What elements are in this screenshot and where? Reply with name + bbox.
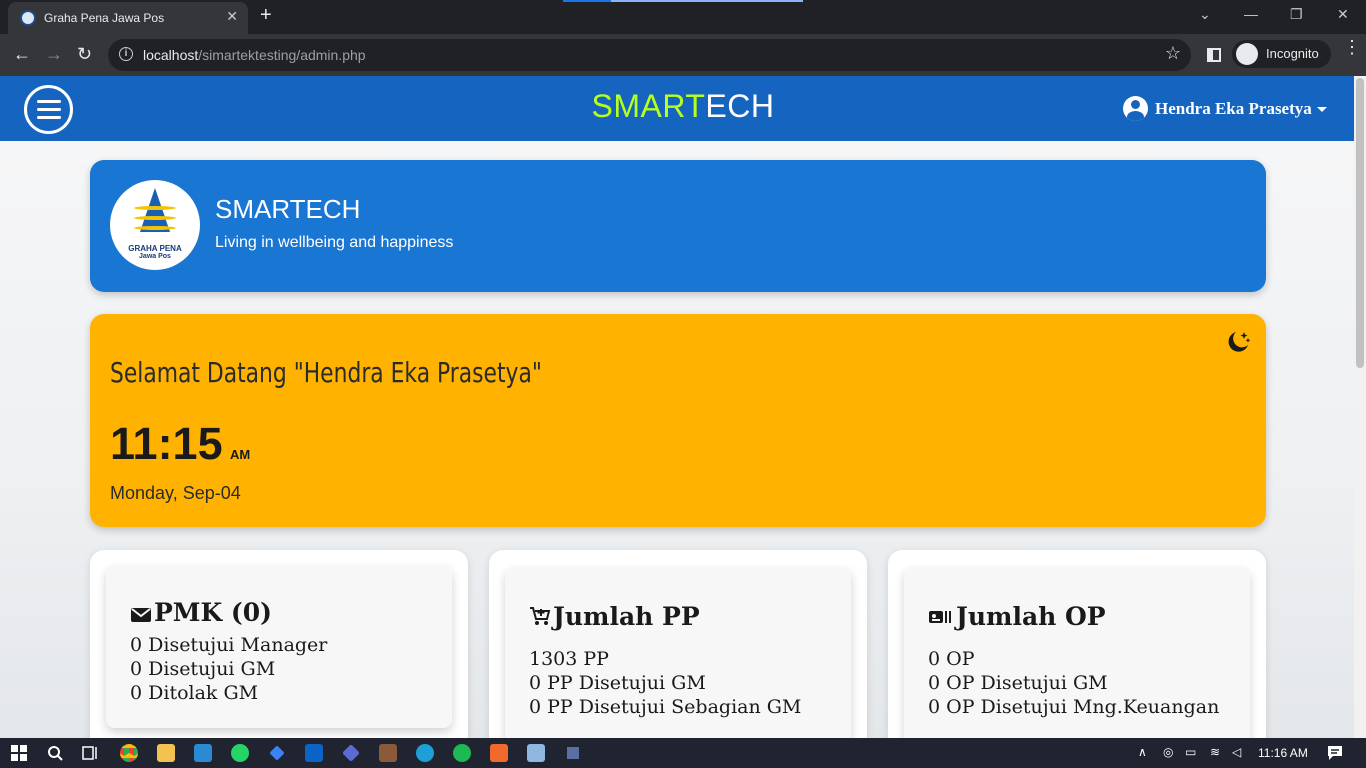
close-tab-icon[interactable]: ✕ [226, 8, 238, 25]
card-line: 0 OP Disetujui GM [928, 672, 1108, 694]
card-inner: Jumlah OP 0 OP 0 OP Disetujui GM 0 OP Di… [904, 568, 1250, 738]
pmk-summary-card[interactable]: PMK (0) 0 Disetujui Manager 0 Disetujui … [90, 550, 468, 738]
bookmark-star-icon[interactable]: ☆ [1165, 43, 1181, 64]
welcome-card: Selamat Datang "Hendra Eka Prasetya" 11:… [90, 314, 1266, 527]
banner-subtitle: Living in wellbeing and happiness [215, 234, 454, 251]
op-summary-card[interactable]: Jumlah OP 0 OP 0 OP Disetujui GM 0 OP Di… [888, 550, 1266, 738]
card-title: PMK (0) [130, 598, 272, 627]
wifi-icon[interactable]: ≋ [1210, 745, 1220, 759]
url-host: localhost [143, 47, 199, 63]
browser-tab-strip: Graha Pena Jawa Pos ✕ + ⌄ — ❐ ✕ [0, 0, 1366, 34]
card-line: 0 PP Disetujui GM [529, 672, 706, 694]
chrome-icon[interactable] [120, 744, 138, 762]
card-line: 0 OP [928, 648, 975, 670]
moon-stars-icon [1228, 332, 1251, 352]
scrollbar-thumb[interactable] [1356, 78, 1364, 368]
pencil-app-icon[interactable] [269, 745, 285, 761]
brand-accent: SMART [591, 88, 706, 124]
volume-icon[interactable]: ◁ [1232, 745, 1241, 759]
task-view-icon[interactable] [81, 744, 99, 762]
vscode-icon[interactable] [194, 744, 212, 762]
file-explorer-icon[interactable] [157, 744, 175, 762]
window-close-icon[interactable]: ✕ [1337, 6, 1349, 23]
tray-meet-icon[interactable]: ◎ [1163, 745, 1173, 759]
brand-rest: ECH [705, 88, 775, 124]
address-bar[interactable]: i localhost/simartektesting/admin.php ☆ [108, 39, 1191, 71]
logo-text-main: GRAHA PENA [128, 244, 182, 253]
incognito-label: Incognito [1266, 46, 1319, 61]
notepad-icon[interactable] [527, 744, 545, 762]
app-brand[interactable]: SMARTECH [0, 88, 1354, 125]
new-tab-plus-icon[interactable]: + [260, 4, 272, 27]
card-title: Jumlah OP [928, 602, 1106, 631]
pp-summary-card[interactable]: Jumlah PP 1303 PP 0 PP Disetujui GM 0 PP… [489, 550, 867, 738]
logo-ring [134, 226, 176, 230]
receipt-icon [929, 611, 951, 623]
tray-chevron-up-icon[interactable]: ∧ [1138, 745, 1147, 759]
site-info-icon[interactable]: i [119, 47, 133, 61]
back-arrow-icon[interactable]: ← [13, 44, 31, 65]
current-date: Monday, Sep-04 [110, 483, 241, 503]
forward-arrow-icon[interactable]: → [45, 44, 63, 65]
graha-pena-logo: GRAHA PENA Jawa Pos [110, 180, 200, 270]
minimize-icon[interactable]: — [1244, 6, 1258, 22]
restore-icon[interactable]: ❐ [1290, 6, 1303, 23]
outlook-icon[interactable] [305, 744, 323, 762]
card-line: 0 OP Disetujui Mng.Keuangan [928, 696, 1220, 718]
card-title-text: PMK (0) [154, 598, 272, 627]
clock-ampm: AM [230, 447, 251, 462]
clock-time: 11:15 [110, 418, 223, 469]
mail-icon [131, 608, 151, 622]
network-app-icon[interactable] [342, 744, 360, 762]
welcome-greeting: Selamat Datang "Hendra Eka Prasetya" [110, 356, 542, 389]
site-favicon-icon [20, 10, 36, 26]
url-path: /simartektesting/admin.php [198, 47, 366, 63]
card-line: 0 PP Disetujui Sebagian GM [529, 696, 802, 718]
card-inner: PMK (0) 0 Disetujui Manager 0 Disetujui … [106, 566, 452, 728]
cart-add-icon [530, 607, 551, 625]
page-content: SMARTECH Hendra Eka Prasetya GRAHA PENA … [0, 76, 1354, 738]
card-inner: Jumlah PP 1303 PP 0 PP Disetujui GM 0 PP… [505, 568, 851, 738]
browser-toolbar: ← → ↻ i localhost/simartektesting/admin.… [0, 34, 1366, 76]
logo-ring [134, 206, 176, 210]
game-app-icon[interactable] [379, 744, 397, 762]
card-title: Jumlah PP [529, 602, 700, 631]
user-avatar-icon [1123, 96, 1148, 121]
banner-title: SMARTECH [215, 194, 361, 224]
windows-start-icon[interactable] [10, 744, 28, 762]
card-line: 0 Ditolak GM [130, 682, 259, 704]
card-line: 1303 PP [529, 648, 609, 670]
caret-down-icon [1317, 107, 1327, 112]
reload-icon[interactable]: ↻ [77, 44, 92, 65]
taskbar-clock[interactable]: 11:16 AM [1258, 746, 1308, 760]
browser-menu-icon[interactable]: ⋮ [1343, 38, 1361, 56]
whatsapp-icon[interactable] [231, 744, 249, 762]
search-icon[interactable] [46, 744, 64, 762]
edge-icon[interactable] [416, 744, 434, 762]
url-text[interactable]: localhost/simartektesting/admin.php [143, 47, 366, 63]
page-load-progress [563, 0, 803, 2]
logo-text-sub: Jawa Pos [139, 253, 171, 260]
card-title-text: Jumlah PP [553, 602, 700, 631]
app-header: SMARTECH Hendra Eka Prasetya [0, 76, 1354, 141]
card-line: 0 Disetujui GM [130, 658, 276, 680]
tab-search-chevron-icon[interactable]: ⌄ [1199, 6, 1211, 23]
browser-tab[interactable]: Graha Pena Jawa Pos ✕ [8, 2, 248, 34]
windows-taskbar: ∧ ◎ ▭ ≋ ◁ 11:16 AM [0, 738, 1366, 768]
xampp-icon[interactable] [490, 744, 508, 762]
logo-ring [134, 216, 176, 220]
spotify-icon[interactable] [453, 744, 471, 762]
tab-title: Graha Pena Jawa Pos [44, 11, 165, 25]
page-scrollbar[interactable] [1354, 76, 1366, 738]
battery-icon[interactable]: ▭ [1185, 745, 1196, 759]
notification-icon[interactable] [1326, 744, 1344, 762]
side-panel-icon[interactable] [1207, 48, 1221, 62]
card-line: 0 Disetujui Manager [130, 634, 328, 656]
company-banner: GRAHA PENA Jawa Pos SMARTECH Living in w… [90, 160, 1266, 292]
user-name: Hendra Eka Prasetya [1155, 99, 1312, 118]
card-title-text: Jumlah OP [956, 602, 1106, 631]
incognito-badge[interactable]: Incognito [1232, 40, 1331, 68]
incognito-icon [1236, 43, 1258, 65]
active-app-icon[interactable] [564, 744, 582, 762]
